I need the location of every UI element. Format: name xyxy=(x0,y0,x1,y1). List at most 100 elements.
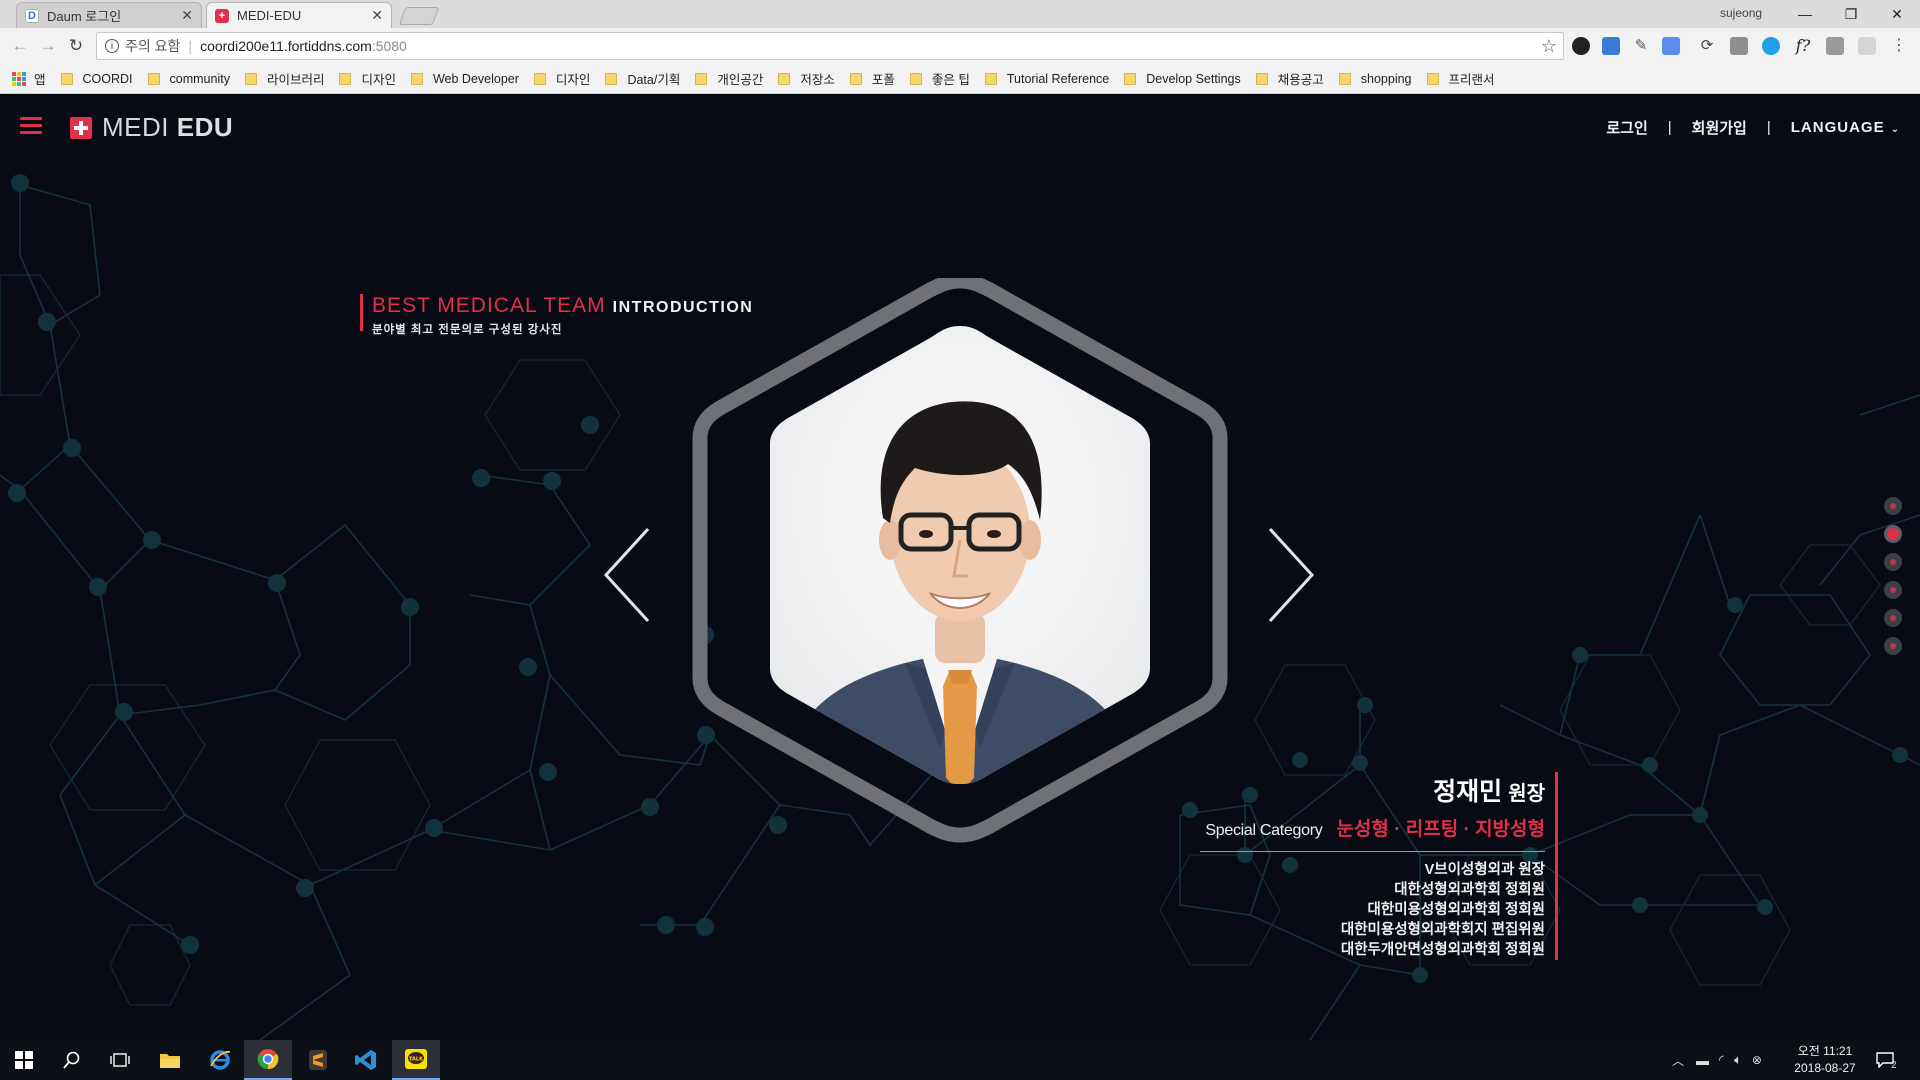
folder-icon xyxy=(1338,72,1351,85)
system-tray: ︿ ▬ ◜ 🔈︎ ⊗ xyxy=(1672,1040,1772,1080)
next-slide-arrow-icon[interactable] xyxy=(1262,525,1318,625)
bookmark-folder[interactable]: 포폴 xyxy=(849,69,895,88)
pagination-dot[interactable] xyxy=(1884,497,1902,515)
folder-icon xyxy=(339,72,352,85)
extension-icon[interactable] xyxy=(1762,37,1780,55)
file-explorer-icon[interactable] xyxy=(146,1040,194,1080)
action-center[interactable]: 2 xyxy=(1876,1040,1897,1080)
new-tab-button[interactable] xyxy=(398,7,440,25)
bookmark-label: Data/기획 xyxy=(627,73,681,87)
browser-user-name[interactable]: sujeong xyxy=(1720,6,1762,20)
network-status-icon[interactable]: ⊗ xyxy=(1752,1053,1762,1067)
chrome-icon[interactable] xyxy=(244,1040,292,1080)
bookmark-folder[interactable]: 채용공고 xyxy=(1255,69,1324,88)
bookmark-folder[interactable]: community xyxy=(147,72,230,86)
bookmark-label: Tutorial Reference xyxy=(1006,71,1110,86)
pagination-dot[interactable] xyxy=(1884,581,1902,599)
folder-icon xyxy=(60,72,73,85)
show-hidden-icons-icon[interactable]: ︿ xyxy=(1672,1052,1684,1069)
back-icon[interactable]: ← xyxy=(8,34,32,58)
bookmark-folder[interactable]: 라이브러리 xyxy=(244,69,324,88)
tab-daum-login[interactable]: D Daum 로그인 ✕ xyxy=(16,2,202,28)
career-item: 대한성형외과학회 정회원 xyxy=(1394,882,1545,898)
extension-icon[interactable] xyxy=(1826,37,1844,55)
doctor-rank: 원장 xyxy=(1508,783,1545,805)
pagination-dot[interactable] xyxy=(1884,553,1902,571)
info-icon[interactable]: i xyxy=(105,39,119,53)
bookmark-label: 앱 xyxy=(34,73,46,87)
daum-favicon-icon: D xyxy=(25,8,39,23)
bookmark-folder[interactable]: 저장소 xyxy=(778,69,835,88)
tab-medi-edu[interactable]: + MEDI-EDU ✕ xyxy=(206,2,392,28)
site-logo[interactable]: MEDI EDU xyxy=(70,112,233,143)
search-icon[interactable] xyxy=(48,1040,96,1080)
bookmark-apps[interactable]: 앱 xyxy=(12,69,46,88)
bookmark-folder[interactable]: Develop Settings xyxy=(1124,72,1241,86)
bookmark-folder[interactable]: 디자인 xyxy=(339,69,396,88)
bookmark-label: 채용공고 xyxy=(1277,73,1324,87)
kakaotalk-icon[interactable]: TALK xyxy=(392,1040,440,1080)
vscode-icon[interactable] xyxy=(342,1040,390,1080)
login-link[interactable]: 로그인 xyxy=(1606,117,1647,138)
previous-slide-arrow-icon[interactable] xyxy=(600,525,656,625)
clock-time: 오전 11:21 xyxy=(1797,1044,1853,1058)
doctor-career-list: V브이성형외과 원장 대한성형외과학회 정회원 대한미용성형외과학회 정회원 대… xyxy=(1198,860,1545,960)
bookmark-folder[interactable]: COORDI xyxy=(60,72,133,86)
task-view-icon[interactable] xyxy=(96,1040,144,1080)
extension-icon[interactable] xyxy=(1858,37,1876,55)
signup-link[interactable]: 회원가입 xyxy=(1692,117,1747,138)
folder-icon xyxy=(984,72,997,85)
reload-icon[interactable]: ↻ xyxy=(64,34,88,58)
bookmark-folder[interactable]: shopping xyxy=(1338,72,1412,86)
folder-icon xyxy=(410,72,423,85)
pagination-dot-active[interactable] xyxy=(1884,525,1902,543)
chevron-down-icon: ⌄ xyxy=(1890,124,1900,135)
bookmark-folder[interactable]: Web Developer xyxy=(410,71,519,86)
bookmark-folder[interactable]: 좋은 팁 xyxy=(909,69,970,88)
pagination-dot[interactable] xyxy=(1884,609,1902,627)
volume-icon[interactable]: 🔈︎ xyxy=(1734,1052,1742,1068)
bookmark-folder[interactable]: 프리랜서 xyxy=(1426,69,1495,88)
bookmark-folder[interactable]: 디자인 xyxy=(533,69,590,88)
section-title-red: BEST MEDICAL TEAM xyxy=(372,294,606,317)
translate-icon[interactable] xyxy=(1662,37,1680,55)
bookmark-label: Web Developer xyxy=(432,71,519,86)
bookmark-folder[interactable]: Tutorial Reference xyxy=(984,71,1110,86)
extension-icon[interactable] xyxy=(1730,37,1748,55)
minimize-icon[interactable]: — xyxy=(1782,2,1828,26)
battery-icon[interactable]: ▬ xyxy=(1696,1053,1709,1068)
folder-icon xyxy=(1124,72,1137,85)
taskbar-clock[interactable]: 오전 11:21 2018-08-27 xyxy=(1790,1043,1860,1077)
top-navigation: 로그인 | 회원가입 | LANGUAGE ⌄ xyxy=(1606,117,1900,138)
internet-explorer-icon[interactable] xyxy=(196,1040,244,1080)
download-icon[interactable] xyxy=(1602,37,1620,55)
doctor-portrait-slider xyxy=(690,273,1230,858)
pagination-dot[interactable] xyxy=(1884,637,1902,655)
bookmark-folder[interactable]: 개인공간 xyxy=(695,69,763,88)
bookmark-label: 저장소 xyxy=(800,73,835,87)
menu-kebab-icon[interactable]: ⋮ xyxy=(1890,37,1908,55)
sync-icon[interactable]: ⟳ xyxy=(1698,37,1716,55)
wifi-icon[interactable]: ◜ xyxy=(1719,1052,1724,1068)
folder-icon xyxy=(778,72,791,85)
maximize-icon[interactable]: ❐ xyxy=(1828,2,1874,26)
tab-title: Daum 로그인 xyxy=(47,9,122,24)
forward-icon[interactable]: → xyxy=(36,34,60,58)
sublime-text-icon[interactable] xyxy=(294,1040,342,1080)
close-window-icon[interactable]: ✕ xyxy=(1874,2,1920,26)
close-tab-icon[interactable]: ✕ xyxy=(181,7,193,24)
nav-divider: | xyxy=(1667,119,1672,136)
doctor-name-line: 정재민 원장 xyxy=(1198,772,1545,808)
font-icon[interactable]: f? xyxy=(1794,37,1812,55)
address-bar[interactable]: i 주의 요함 | coordi200e11.fortiddns.com:508… xyxy=(96,32,1564,60)
bookmark-star-icon[interactable]: ☆ xyxy=(1541,36,1557,57)
bookmark-folder[interactable]: Data/기획 xyxy=(605,69,680,88)
close-tab-icon[interactable]: ✕ xyxy=(371,7,383,24)
address-separator: | xyxy=(188,38,193,54)
category-label: Special Category xyxy=(1205,822,1323,839)
eyedropper-icon[interactable]: ✎ xyxy=(1632,37,1650,55)
hamburger-menu-icon[interactable] xyxy=(20,117,42,135)
extension-icon[interactable] xyxy=(1572,37,1590,55)
language-dropdown[interactable]: LANGUAGE ⌄ xyxy=(1791,119,1900,136)
windows-start-icon[interactable] xyxy=(0,1040,48,1080)
